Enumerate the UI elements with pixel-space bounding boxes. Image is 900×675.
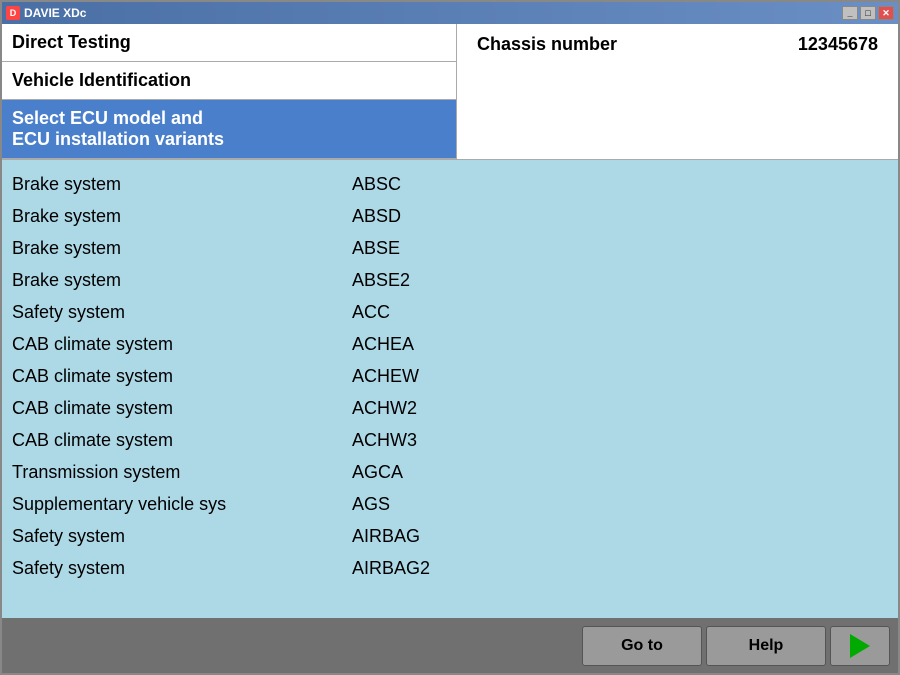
list-item-name: CAB climate system [12,334,352,355]
header-right: Chassis number 12345678 [457,24,898,159]
vehicle-identification-label: Vehicle Identification [12,70,191,90]
list-item[interactable]: CAB climate systemACHW3 [12,424,888,456]
title-bar-left: D DAVIE XDc [6,6,86,20]
list-item[interactable]: Brake systemABSE2 [12,264,888,296]
list-item[interactable]: CAB climate systemACHEW [12,360,888,392]
help-button[interactable]: Help [706,626,826,666]
list-item-code: ABSE [352,238,400,259]
list-item-code: ACC [352,302,390,323]
main-window: D DAVIE XDc _ □ ✕ Direct Testing Vehicle… [0,0,900,675]
ecu-list[interactable]: Brake systemABSCBrake systemABSDBrake sy… [2,160,898,618]
list-item[interactable]: Safety systemAIRBAG [12,520,888,552]
footer-toolbar: Go to Help [2,618,898,673]
header: Direct Testing Vehicle Identification Se… [2,24,898,160]
list-item-name: Brake system [12,206,352,227]
ecu-installation-label: ECU installation variants [12,129,224,149]
list-item-code: AGCA [352,462,403,483]
close-button[interactable]: ✕ [878,6,894,20]
list-item-code: ACHW3 [352,430,417,451]
list-item-code: ABSC [352,174,401,195]
list-item-code: ABSE2 [352,270,410,291]
list-item-code: ABSD [352,206,401,227]
list-item-name: Brake system [12,270,352,291]
list-item-code: AGS [352,494,390,515]
list-item-name: CAB climate system [12,430,352,451]
title-controls: _ □ ✕ [842,6,894,20]
chassis-number-value: 12345678 [798,34,878,149]
play-icon [850,634,870,658]
list-item-name: CAB climate system [12,398,352,419]
list-item-name: Safety system [12,302,352,323]
direct-testing-label: Direct Testing [12,32,131,52]
select-ecu-row[interactable]: Select ECU model and ECU installation va… [2,100,456,159]
goto-button[interactable]: Go to [582,626,702,666]
vehicle-identification-row[interactable]: Vehicle Identification [2,62,456,100]
select-ecu-label: Select ECU model and [12,108,203,128]
list-item[interactable]: CAB climate systemACHW2 [12,392,888,424]
list-item-name: Safety system [12,558,352,579]
list-item[interactable]: Safety systemAIRBAG2 [12,552,888,584]
minimize-button[interactable]: _ [842,6,858,20]
list-item-code: AIRBAG [352,526,420,547]
list-item-name: CAB climate system [12,366,352,387]
play-button[interactable] [830,626,890,666]
header-left: Direct Testing Vehicle Identification Se… [2,24,457,159]
chassis-number-label: Chassis number [477,34,617,149]
list-item[interactable]: Transmission systemAGCA [12,456,888,488]
list-item-name: Safety system [12,526,352,547]
list-item-name: Brake system [12,174,352,195]
list-item-name: Supplementary vehicle sys [12,494,352,515]
main-content: Brake systemABSCBrake systemABSDBrake sy… [2,160,898,618]
list-item-name: Brake system [12,238,352,259]
title-bar: D DAVIE XDc _ □ ✕ [2,2,898,24]
list-item-code: AIRBAG2 [352,558,430,579]
restore-button[interactable]: □ [860,6,876,20]
list-item-code: ACHEW [352,366,419,387]
list-item[interactable]: CAB climate systemACHEA [12,328,888,360]
list-item[interactable]: Brake systemABSD [12,200,888,232]
direct-testing-row: Direct Testing [2,24,456,62]
window-title: DAVIE XDc [24,6,86,20]
list-item[interactable]: Supplementary vehicle sysAGS [12,488,888,520]
app-icon: D [6,6,20,20]
list-item[interactable]: Brake systemABSC [12,168,888,200]
list-item[interactable]: Safety systemACC [12,296,888,328]
list-item-code: ACHW2 [352,398,417,419]
list-item-name: Transmission system [12,462,352,483]
list-item[interactable]: Brake systemABSE [12,232,888,264]
list-item-code: ACHEA [352,334,414,355]
